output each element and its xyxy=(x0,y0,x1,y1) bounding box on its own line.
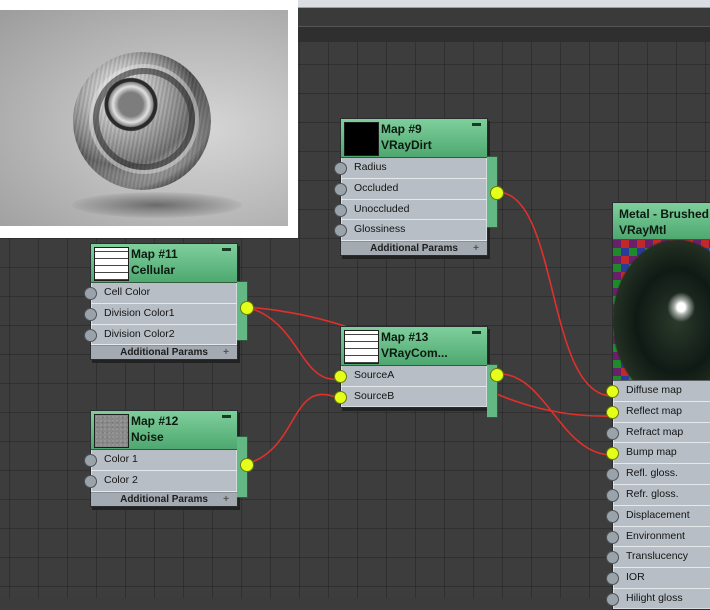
input-socket[interactable] xyxy=(84,287,97,300)
node-vraycomptex[interactable]: Map #13 VRayCom... SourceA SourceB xyxy=(334,326,488,408)
param-glossiness: Glossiness xyxy=(334,220,487,242)
material-preview-swatch xyxy=(613,240,710,381)
param-color-1: Color 1 xyxy=(84,450,237,471)
map-thumbnail xyxy=(344,122,379,156)
param-sourceb: SourceB xyxy=(334,387,487,407)
node-title: Map #12 xyxy=(131,414,179,428)
node-vraydirt[interactable]: Map #9 VRayDirt Radius Occluded Unocclud… xyxy=(334,118,488,257)
param-sourcea: SourceA xyxy=(334,366,487,387)
output-socket[interactable] xyxy=(240,458,254,472)
param-hilight-gloss: Hilight gloss xyxy=(606,589,710,609)
param-reflect-map: Reflect map xyxy=(606,402,710,423)
param-division-color2: Division Color2 xyxy=(84,325,237,346)
minimize-icon[interactable] xyxy=(472,123,481,126)
node-title: Metal - Brushed xyxy=(619,207,710,221)
input-socket-connected[interactable] xyxy=(606,447,619,461)
node-title: Map #11 xyxy=(131,247,178,261)
param-diffuse-map: Diffuse map xyxy=(606,381,710,402)
additional-params-rollout[interactable]: Additional Params + xyxy=(91,345,237,360)
output-socket[interactable] xyxy=(490,368,504,382)
node-subtitle: Noise xyxy=(131,430,164,444)
param-color-2: Color 2 xyxy=(84,471,237,492)
input-socket-connected[interactable] xyxy=(334,390,347,404)
param-radius: Radius xyxy=(334,158,487,179)
input-socket[interactable] xyxy=(84,474,97,488)
param-ior: IOR xyxy=(606,568,710,589)
param-occluded: Occluded xyxy=(334,179,487,200)
param-bump-map: Bump map xyxy=(606,443,710,465)
param-cell-color: Cell Color xyxy=(84,283,237,304)
node-vraymtl-metal-brushed[interactable]: Metal - Brushed VRayMtl Diffuse map Refl… xyxy=(606,202,710,610)
input-socket[interactable] xyxy=(606,551,619,565)
map-thumbnail xyxy=(94,414,129,448)
input-socket[interactable] xyxy=(334,224,347,238)
map-thumbnail xyxy=(94,247,129,281)
output-socket[interactable] xyxy=(240,301,254,315)
node-header[interactable]: Map #12 Noise xyxy=(91,411,237,450)
minimize-icon[interactable] xyxy=(222,415,231,418)
input-socket[interactable] xyxy=(334,203,347,217)
node-noise[interactable]: Map #12 Noise Color 1 Color 2 Additional… xyxy=(84,410,238,507)
expand-icon[interactable]: + xyxy=(473,242,479,255)
param-refr-gloss: Refr. gloss. xyxy=(606,485,710,506)
input-socket-connected[interactable] xyxy=(606,405,619,419)
param-refract-map: Refract map xyxy=(606,423,710,444)
node-header[interactable]: Map #9 VRayDirt xyxy=(341,119,487,158)
input-socket[interactable] xyxy=(84,307,97,321)
wire-noise-to-comp-sourceB xyxy=(245,393,341,465)
input-socket[interactable] xyxy=(606,509,619,523)
additional-params-rollout[interactable]: Additional Params + xyxy=(341,241,487,256)
wire-dirt-to-diffuse xyxy=(495,191,613,397)
input-socket-connected[interactable] xyxy=(334,370,347,383)
wire-comp-to-bump xyxy=(495,373,613,456)
node-header[interactable]: Map #13 VRayCom... xyxy=(341,327,487,366)
node-header[interactable]: Metal - Brushed VRayMtl xyxy=(613,203,710,240)
node-cellular[interactable]: Map #11 Cellular Cell Color Division Col… xyxy=(84,243,238,361)
output-socket[interactable] xyxy=(490,186,504,200)
input-socket[interactable] xyxy=(606,592,619,606)
input-socket[interactable] xyxy=(606,488,619,502)
input-socket[interactable] xyxy=(334,182,347,196)
input-socket-connected[interactable] xyxy=(606,385,619,398)
input-socket[interactable] xyxy=(84,328,97,342)
param-unoccluded: Unoccluded xyxy=(334,200,487,221)
node-subtitle: VRayDirt xyxy=(381,138,432,152)
param-environment: Environment xyxy=(606,527,710,548)
node-title: Map #9 xyxy=(381,122,422,136)
input-socket[interactable] xyxy=(84,454,97,467)
param-displacement: Displacement xyxy=(606,506,710,527)
minimize-icon[interactable] xyxy=(222,248,231,251)
expand-icon[interactable]: + xyxy=(223,493,229,506)
input-socket[interactable] xyxy=(606,572,619,586)
additional-params-rollout[interactable]: Additional Params + xyxy=(91,491,237,506)
wire-cellular-to-comp-sourceA xyxy=(245,306,341,380)
map-thumbnail xyxy=(344,330,379,364)
input-socket[interactable] xyxy=(334,162,347,175)
input-socket[interactable] xyxy=(606,468,619,482)
param-refl-gloss: Refl. gloss. xyxy=(606,464,710,485)
node-header[interactable]: Map #11 Cellular xyxy=(91,244,237,283)
node-title: Map #13 xyxy=(381,330,429,344)
expand-icon[interactable]: + xyxy=(223,346,229,359)
node-subtitle: VRayMtl xyxy=(619,223,667,237)
input-socket[interactable] xyxy=(606,530,619,544)
node-subtitle: VRayCom... xyxy=(381,346,448,360)
minimize-icon[interactable] xyxy=(472,331,481,334)
node-subtitle: Cellular xyxy=(131,263,176,277)
input-socket[interactable] xyxy=(606,426,619,440)
param-translucency: Translucency xyxy=(606,547,710,569)
param-division-color1: Division Color1 xyxy=(84,304,237,325)
